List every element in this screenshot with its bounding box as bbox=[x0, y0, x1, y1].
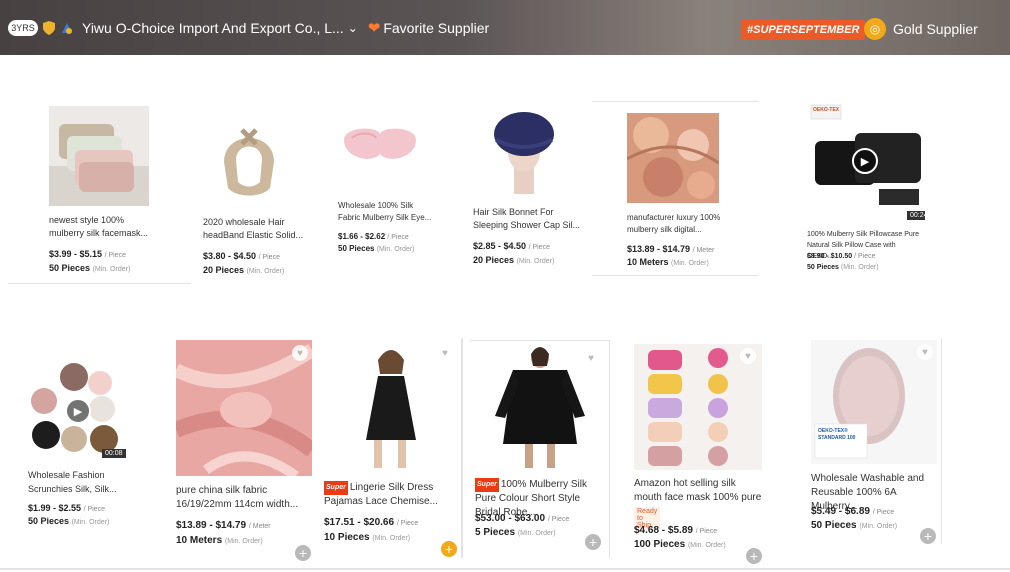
video-duration: 00:24 bbox=[907, 211, 925, 220]
divider bbox=[592, 101, 758, 102]
supplier-header: 3YRS Yiwu O-Choice Import And Export Co.… bbox=[0, 0, 1010, 55]
play-video-icon[interactable]: ▶ bbox=[852, 148, 878, 174]
min-order: 10 Pieces (Min. Order) bbox=[324, 532, 411, 543]
bottom-divider bbox=[0, 568, 1010, 570]
favorite-heart-icon[interactable]: ♥ bbox=[917, 344, 933, 360]
min-order: 10 Meters (Min. Order) bbox=[176, 535, 263, 546]
product-image[interactable]: ♥ bbox=[324, 340, 458, 474]
add-to-compare-icon[interactable]: + bbox=[920, 528, 936, 544]
chevron-down-icon[interactable]: ⌄ bbox=[348, 21, 358, 35]
promo-badge[interactable]: #SUPERSEPTEMBER bbox=[741, 20, 866, 40]
add-to-compare-icon[interactable]: + bbox=[441, 541, 457, 557]
add-to-compare-icon[interactable]: + bbox=[746, 548, 762, 564]
product-price: $5.49 - $6.89 / Piece bbox=[811, 506, 895, 517]
product-title[interactable]: Hair Silk Bonnet For Sleeping Shower Cap… bbox=[473, 206, 583, 232]
product-price: $1.99 - $2.55 / Piece bbox=[28, 503, 105, 513]
product-price: $3.99 - $5.15 / Piece bbox=[49, 249, 126, 259]
video-duration: 00:08 bbox=[102, 449, 126, 458]
product-image[interactable] bbox=[214, 122, 284, 200]
product-price: $2.85 - $4.50 / Piece bbox=[473, 241, 550, 251]
product-title[interactable]: Amazon hot selling silk mouth face mask … bbox=[634, 477, 764, 505]
product-price: $13.89 - $14.79 / Meter bbox=[627, 244, 715, 254]
product-price: $17.51 - $20.66 / Piece bbox=[324, 517, 419, 528]
card-border bbox=[609, 340, 610, 558]
favorite-heart-icon[interactable]: ♥ bbox=[292, 345, 308, 361]
oeko-tex-badge: OEKO-TEX bbox=[813, 107, 840, 113]
divider bbox=[592, 275, 758, 276]
trade-assurance-icon bbox=[60, 20, 74, 36]
product-image[interactable] bbox=[627, 113, 719, 203]
oeko-tex-badge: OEKO-TEX® STANDARD 100 bbox=[818, 428, 856, 441]
favorite-heart-icon[interactable]: ♥ bbox=[437, 345, 453, 361]
product-image[interactable]: ♥ bbox=[475, 344, 605, 472]
divider bbox=[461, 338, 463, 558]
super-badge: Super bbox=[324, 481, 348, 495]
product-image[interactable]: OEKO-TEX® STANDARD 100 ♥ bbox=[811, 340, 937, 464]
product-image[interactable] bbox=[338, 118, 422, 174]
min-order: 50 Pieces (Min. Order) bbox=[811, 520, 898, 531]
divider bbox=[8, 283, 191, 284]
product-image[interactable]: ♥ bbox=[176, 340, 312, 476]
product-title[interactable]: Wholesale Fashion Scrunchies Silk, Silk.… bbox=[28, 468, 138, 496]
add-to-compare-icon[interactable]: + bbox=[585, 534, 601, 550]
heart-icon[interactable]: ❤ bbox=[368, 19, 381, 37]
product-title[interactable]: newest style 100% mulberry silk facemask… bbox=[49, 214, 159, 240]
product-title[interactable]: manufacturer luxury 100% mulberry silk d… bbox=[627, 212, 737, 236]
favorite-supplier-link[interactable]: Favorite Supplier bbox=[383, 20, 489, 36]
product-price: $8.90 - $10.50 / Piece bbox=[807, 253, 876, 260]
min-order: 100 Pieces (Min. Order) bbox=[634, 539, 726, 550]
product-image[interactable] bbox=[488, 106, 560, 198]
min-order: 50 Pieces (Min. Order) bbox=[807, 264, 879, 271]
product-price: $13.89 - $14.79 / Meter bbox=[176, 520, 271, 531]
product-image[interactable]: ▶ 00:08 bbox=[28, 361, 128, 461]
play-video-icon[interactable]: ▶ bbox=[65, 398, 91, 424]
gold-supplier-label: Gold Supplier bbox=[893, 21, 978, 37]
product-price: $4.68 - $5.89 / Piece bbox=[634, 525, 718, 536]
product-title[interactable]: 2020 wholesale Hair headBand Elastic Sol… bbox=[203, 216, 313, 242]
min-order: 50 Pieces (Min. Order) bbox=[28, 516, 110, 526]
super-badge: Super bbox=[475, 478, 499, 492]
min-order: 20 Pieces (Min. Order) bbox=[473, 255, 555, 265]
favorite-heart-icon[interactable]: ♥ bbox=[583, 350, 599, 366]
card-border bbox=[470, 340, 610, 341]
product-price: $1.66 - $2.62 / Piece bbox=[338, 232, 409, 241]
product-image[interactable]: OEKO-TEX ▶ 00:24 bbox=[807, 103, 925, 221]
product-price: $3.80 - $4.50 / Piece bbox=[203, 251, 280, 261]
company-name[interactable]: Yiwu O-Choice Import And Export Co., L..… bbox=[82, 20, 344, 36]
card-border bbox=[941, 338, 942, 544]
gold-medal-icon: ◎ bbox=[864, 18, 886, 40]
min-order: 5 Pieces (Min. Order) bbox=[475, 527, 556, 538]
favorite-heart-icon[interactable]: ♥ bbox=[740, 348, 756, 364]
product-image[interactable]: ♥ bbox=[634, 344, 762, 470]
product-price: $53.00 - $63.00 / Piece bbox=[475, 513, 570, 524]
verified-shield-icon bbox=[42, 20, 56, 36]
add-to-compare-icon[interactable]: + bbox=[295, 545, 311, 561]
min-order: 50 Pieces (Min. Order) bbox=[338, 244, 415, 253]
min-order: 50 Pieces (Min. Order) bbox=[49, 263, 131, 273]
product-title[interactable]: Super Lingerie Silk Dress Pajamas Lace Ch… bbox=[324, 481, 454, 509]
min-order: 20 Pieces (Min. Order) bbox=[203, 265, 285, 275]
product-title[interactable]: Wholesale 100% Silk Fabric Mulberry Silk… bbox=[338, 200, 433, 224]
min-order: 10 Meters (Min. Order) bbox=[627, 257, 709, 267]
product-image[interactable] bbox=[49, 106, 149, 206]
years-badge: 3YRS bbox=[8, 19, 38, 36]
product-title[interactable]: pure china silk fabric 16/19/22mm 114cm … bbox=[176, 484, 306, 512]
